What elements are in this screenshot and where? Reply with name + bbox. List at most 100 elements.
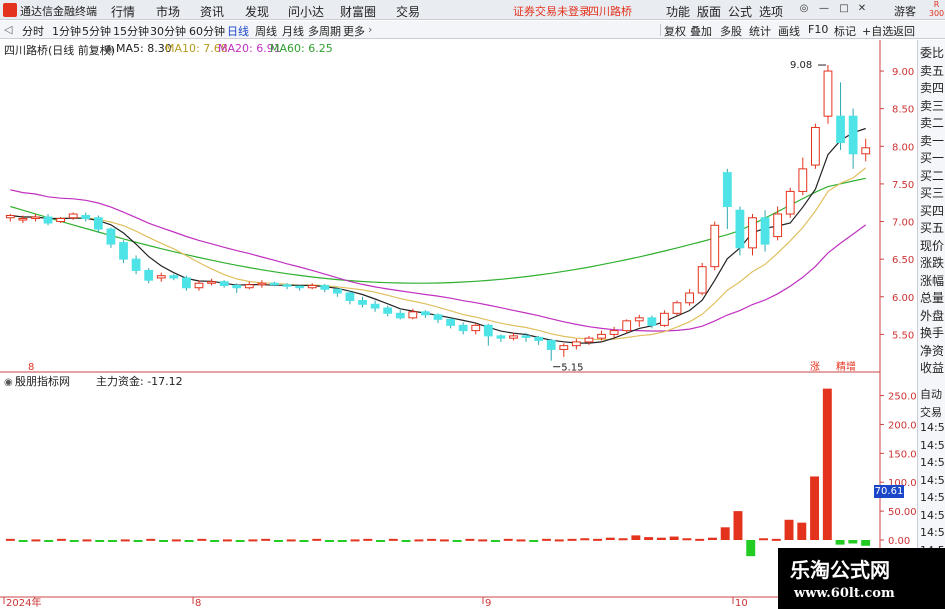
fund-flow-bar [299,540,309,542]
quote-field-label: 卖四 [920,81,945,95]
sub-tick-label: 50.00 [888,507,917,518]
candle-body-down [320,284,330,290]
candle-body-down [345,292,355,302]
trade-detail-time: 14:56 [920,491,945,504]
candle-body-down [182,277,191,289]
fund-flow-bar [222,539,232,542]
trade-detail-time: 自动 [920,388,942,401]
candle-body-up [571,341,581,347]
quote-field-label: 净资 [920,343,945,358]
quote-field-label: 买二 [920,168,945,183]
candle-body-down [395,312,405,319]
fund-flow-bar [261,538,271,541]
fund-flow-bar [848,540,858,544]
fund-flow-bar [835,540,845,545]
candle-body-up [471,324,481,332]
candle-body-up [207,281,216,284]
candle-body-up [18,218,28,221]
fund-flow-bar [337,540,347,542]
candle-body-up [31,216,40,220]
candle-body-up [660,312,669,326]
fund-flow-bar [529,540,539,542]
candle-body-down [119,242,128,260]
fund-flow-bar [235,540,245,542]
candle-body-up [509,335,518,339]
fund-flow-bar [363,538,373,541]
quote-field-label: 现价 [920,238,945,253]
fund-flow-bar [618,538,628,541]
candle-body-down [219,281,229,286]
trade-detail-time: 14:56 [920,438,945,452]
fund-flow-bar [414,539,424,542]
price-tick-label: 8.00 [892,142,914,153]
quote-field-label: 收益 [920,361,945,375]
time-tick-label: 9 [485,598,491,609]
price-tick-label: 9.00 [892,67,914,78]
candle-body-down [81,215,91,220]
quote-field-label: 涨幅 [920,273,945,288]
fund-flow-bar [644,537,654,540]
candle-body-up [773,213,783,238]
candle-body-down [383,307,393,314]
candle-body-up [5,215,15,219]
fund-flow-bar [44,540,54,542]
time-tick-label: 8 [195,598,201,609]
candle-body-up [685,292,694,304]
watermark-line1: 乐淘公式网 [790,558,890,582]
quote-field-label: 卖五 [920,63,945,78]
candle-body-up [823,70,833,117]
fund-flow-bar [18,540,28,542]
candle-body-down [421,311,430,316]
low-price-label: 5.15 [561,363,583,374]
fund-flow-bar [146,538,156,541]
fund-flow-bar [784,519,794,540]
quote-field-label: 买三 [920,186,945,200]
fund-flow-bar [656,537,666,540]
fund-flow-bar [605,537,615,540]
fund-flow-bar [567,538,577,541]
sub-tick-label: 0.00 [888,536,910,547]
quote-field-label: 买五 [920,221,945,235]
candle-body-down [483,324,493,337]
price-tick-label: 6.50 [892,255,914,266]
quote-side-panel: 委比 卖五 卖四 卖三 卖二 卖一 买一 买二 买三 买四 买五 现价 涨跌 涨幅 总量 外盘 换手 净资 收益 自… [917,40,945,609]
fund-flow-bar [273,540,283,542]
trade-detail-time: 14:56 [920,508,945,522]
kline-chart[interactable]: 9.00 8.50 8.00 7.50 7.00 6.50 6.00 5.50 250.0 200… [0,0,945,609]
candle-body-down [282,284,292,287]
fund-flow-bar [593,538,603,541]
sub-settings-icon: ◉ [4,377,13,388]
fund-flow-bar [401,540,411,542]
watermark-line2: www.60lt.com [794,586,895,601]
fund-flow-bar [171,539,181,542]
sub-tick-label: 250.0 [888,392,917,403]
candle-body-up [710,224,720,268]
quote-field-label: 委比 [920,46,945,60]
quote-field-label: 卖一 [920,133,945,148]
candle-body-down [458,324,468,332]
candle-body-down [144,269,154,281]
trade-detail-time: 14:56 [920,526,945,539]
candle-body-down [836,115,845,144]
fund-flow-bar [159,540,169,542]
fund-flow-bar [542,538,551,541]
candle-body-up [244,284,254,289]
marker-8: 8 [28,362,34,373]
time-tick-label: 10 [735,598,748,609]
candle-body-down [270,282,279,286]
candle-body-down [496,335,506,339]
fund-flow-bar [210,540,220,542]
candle-body-down [332,288,342,294]
price-tick-label: 6.00 [892,293,914,304]
candle-body-up [697,266,707,294]
candle-body-up [408,311,418,319]
fund-flow-bar [452,540,462,542]
candle-body-up [68,213,78,219]
candle-body-up [798,168,808,192]
candle-body-down [106,228,116,245]
fund-flow-bar [108,540,117,542]
fund-flow-bar [31,539,41,542]
price-tick-label: 7.50 [892,180,914,191]
trade-detail-time: 14:56 [920,473,945,487]
candle-body-up [672,302,682,314]
